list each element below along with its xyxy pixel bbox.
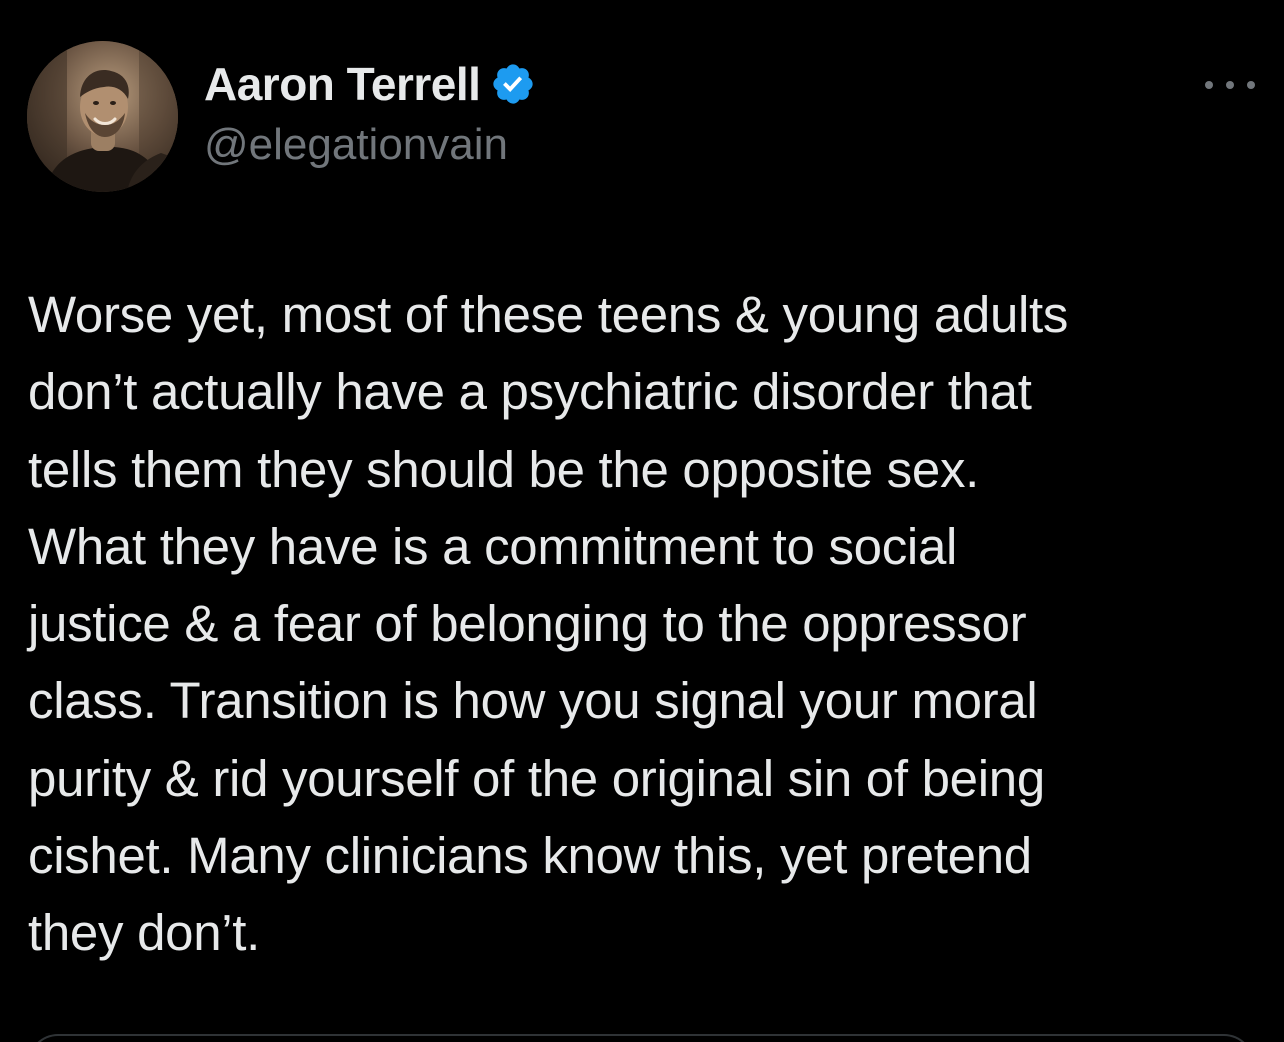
- author-name-row: Aaron Terrell: [204, 55, 536, 113]
- tweet-text: Worse yet, most of these teens & young a…: [28, 276, 1258, 972]
- avatar[interactable]: [27, 41, 178, 192]
- tweet-text-line: tells them they should be the opposite s…: [28, 440, 980, 498]
- tweet-text-line: class. Transition is how you signal your…: [28, 672, 1038, 730]
- tweet-text-line: they don’t.: [28, 904, 261, 962]
- tweet-text-line: purity & rid yourself of the original si…: [28, 749, 1045, 807]
- tweet: Aaron Terrell @elegationvain Worse yet, …: [0, 0, 1284, 1042]
- tweet-text-line: don’t actually have a psychiatric disord…: [28, 363, 1032, 421]
- verified-badge-icon[interactable]: [490, 61, 536, 107]
- avatar-photo: [27, 41, 178, 192]
- author-block: Aaron Terrell @elegationvain: [204, 55, 536, 175]
- more-horizontal-icon-dot: [1226, 81, 1234, 89]
- tweet-text-line: justice & a fear of belonging to the opp…: [28, 595, 1027, 653]
- author-display-name[interactable]: Aaron Terrell: [204, 55, 481, 113]
- more-options-button[interactable]: [1205, 70, 1255, 100]
- tweet-text-line: What they have is a commitment to social: [28, 517, 958, 575]
- tweet-text-line: Worse yet, most of these teens & young a…: [28, 286, 1069, 343]
- more-horizontal-icon: [1205, 81, 1213, 89]
- tweet-text-line: cishet. Many clinicians know this, yet p…: [28, 827, 1032, 885]
- author-handle[interactable]: @elegationvain: [204, 117, 536, 173]
- quoted-card-edge[interactable]: [28, 1034, 1254, 1042]
- more-horizontal-icon-dot: [1247, 81, 1255, 89]
